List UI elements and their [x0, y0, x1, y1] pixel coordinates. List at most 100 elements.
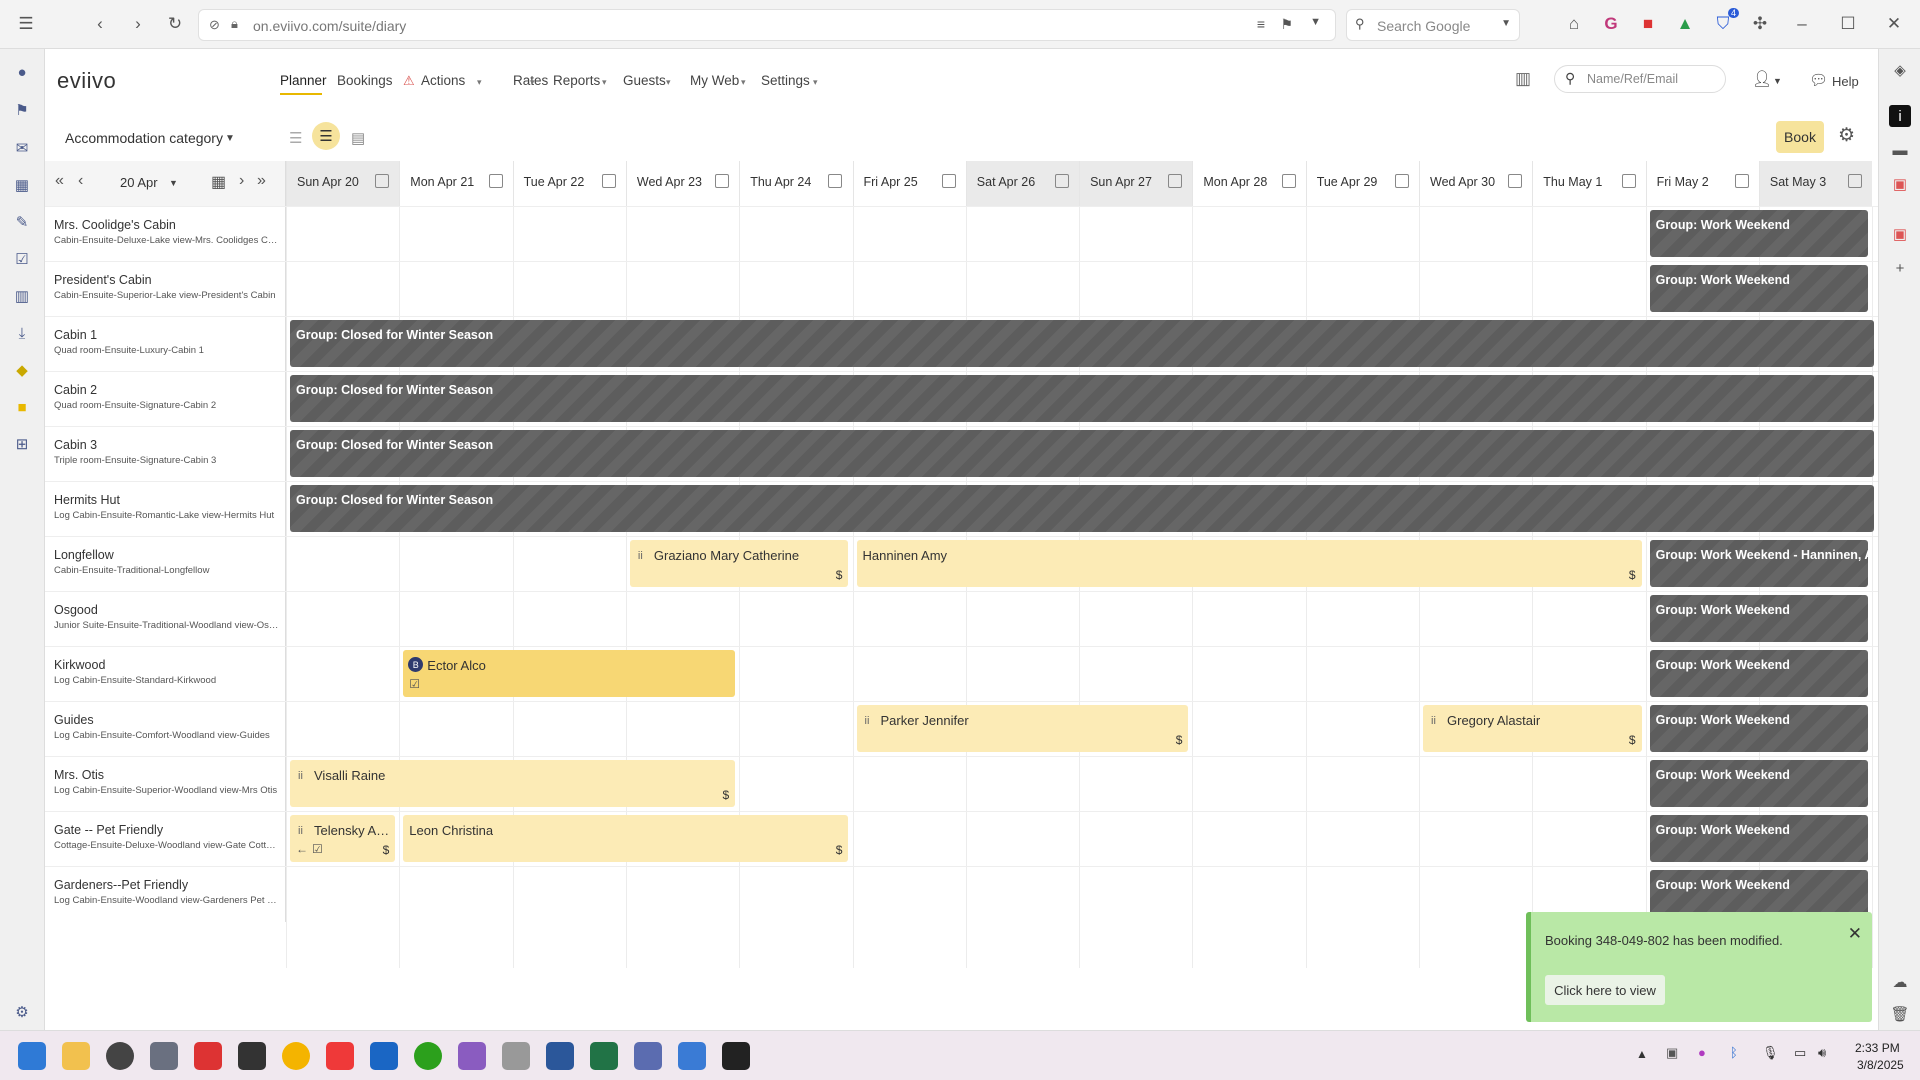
chevron-down-icon[interactable]: ▼	[1310, 16, 1321, 28]
day-select-checkbox[interactable]	[1848, 174, 1863, 188]
day-select-checkbox[interactable]	[601, 174, 616, 188]
bookmark-icon[interactable]: ⚑	[1280, 16, 1293, 33]
booking-block[interactable]: B ☑ Ector Alco	[403, 650, 736, 697]
day-select-checkbox[interactable]	[1394, 174, 1409, 188]
day-header[interactable]: Sat Apr 26	[965, 161, 1080, 206]
chevron-down-icon[interactable]: ▼	[169, 178, 178, 188]
extension-dark-icon[interactable]: i	[1889, 105, 1911, 127]
quickbooks-icon[interactable]	[414, 1042, 442, 1070]
group-block[interactable]: Group: Work Weekend	[1649, 760, 1869, 807]
booking-block[interactable]: ii Graziano Mary Catherine $	[629, 540, 849, 587]
extension-red-icon[interactable]: ▣	[1889, 223, 1911, 245]
app-icon[interactable]	[722, 1042, 750, 1070]
day-header[interactable]: Sat May 3	[1758, 161, 1873, 206]
app-icon[interactable]	[194, 1042, 222, 1070]
group-block[interactable]: Group: Work Weekend	[1649, 210, 1869, 257]
chevron-down-icon[interactable]: ▼	[1501, 18, 1511, 29]
minimize-icon[interactable]: –	[1790, 12, 1814, 36]
day-header[interactable]: Fri Apr 25	[852, 161, 966, 206]
day-header[interactable]: Fri May 2	[1645, 161, 1759, 206]
gear-icon[interactable]: ⚙	[11, 1001, 33, 1023]
room-label[interactable]: Mrs. Coolidge's Cabin Cabin-Ensuite-Delux…	[45, 207, 286, 262]
volume-icon[interactable]: 🔊︎	[1818, 1045, 1826, 1061]
tasks-icon[interactable]: ☑	[11, 248, 33, 270]
file-explorer-icon[interactable]	[62, 1042, 90, 1070]
reload-icon[interactable]: ↻	[163, 12, 187, 36]
user-icon[interactable]: 👤︎	[1752, 69, 1772, 89]
mail-icon[interactable]: ✉	[11, 137, 33, 159]
nav-actions[interactable]: Actions	[421, 73, 465, 88]
network-icon[interactable]: ▭	[1794, 1045, 1806, 1061]
day-header[interactable]: Wed Apr 30	[1419, 161, 1533, 206]
group-block[interactable]: Group: Closed for Winter Season	[290, 485, 1874, 532]
booking-block[interactable]: ii ← ☑ Telensky An... $	[290, 815, 396, 862]
tray-icon[interactable]: ▣	[1666, 1045, 1678, 1061]
group-block[interactable]: Group: Closed for Winter Season	[290, 430, 1874, 477]
room-label[interactable]: Hermits Hut Log Cabin-Ensuite-Romantic-La…	[45, 482, 286, 537]
toast-view-button[interactable]: Click here to view	[1545, 975, 1665, 1005]
extension-shield-icon[interactable]: ⛉ 4	[1711, 8, 1739, 36]
room-label[interactable]: Mrs. Otis Log Cabin-Ensuite-Superior-Wood…	[45, 757, 286, 812]
booking-block[interactable]: Hanninen Amy $	[856, 540, 1642, 587]
current-date-select[interactable]: 20 Apr	[120, 175, 158, 190]
chevron-down-icon[interactable]: ▼	[1773, 76, 1782, 86]
gear-icon[interactable]: ⚙	[1838, 124, 1855, 147]
forward-icon[interactable]: ›	[239, 172, 244, 190]
room-row[interactable]: Kirkwood Log Cabin-Ensuite-Standard-Kirkw…	[45, 646, 1878, 702]
booking-block[interactable]: ii Parker Jennifer $	[856, 705, 1189, 752]
day-header[interactable]: Mon Apr 21	[399, 161, 513, 206]
room-label[interactable]: Cabin 3 Triple room-Ensuite-Signature-Cab…	[45, 427, 286, 482]
room-label[interactable]: Guides Log Cabin-Ensuite-Comfort-Woodland…	[45, 702, 286, 757]
calendar-icon[interactable]: ▦	[11, 174, 33, 196]
room-label[interactable]: President's Cabin Cabin-Ensuite-Superior-…	[45, 262, 286, 317]
drag-handle-icon[interactable]: ii	[865, 715, 870, 727]
day-select-checkbox[interactable]	[1508, 174, 1523, 188]
snipping-icon[interactable]	[458, 1042, 486, 1070]
property-icon[interactable]: ▥	[1515, 69, 1531, 89]
nav-bookings[interactable]: Bookings	[337, 73, 393, 88]
day-header[interactable]: Tue Apr 29	[1305, 161, 1419, 206]
excel-icon[interactable]	[590, 1042, 618, 1070]
maximize-icon[interactable]: ☐	[1836, 12, 1860, 36]
url-text[interactable]: on.eviivo.com/suite/diary	[253, 18, 406, 34]
vivaldi-icon[interactable]	[326, 1042, 354, 1070]
day-select-checkbox[interactable]	[1621, 174, 1636, 188]
chevron-down-icon[interactable]: ▼	[225, 133, 235, 144]
room-label[interactable]: Longfellow Cabin-Ensuite-Traditional-Long…	[45, 537, 286, 592]
cloud-icon[interactable]: ☁	[1889, 971, 1911, 993]
day-header[interactable]: Sun Apr 27	[1079, 161, 1193, 206]
printer-icon[interactable]	[502, 1042, 530, 1070]
expanded-view-icon[interactable]: ▤	[351, 129, 365, 147]
group-block[interactable]: Group: Work Weekend	[1649, 815, 1869, 862]
group-block[interactable]: Group: Closed for Winter Season	[290, 320, 1874, 367]
app-icon[interactable]	[238, 1042, 266, 1070]
calendar-icon[interactable]: ▦	[211, 172, 226, 192]
booking-block[interactable]: Leon Christina $	[403, 815, 849, 862]
close-icon[interactable]: ✕	[1848, 924, 1862, 944]
day-header[interactable]: Mon Apr 28	[1192, 161, 1306, 206]
group-block[interactable]: Group: Work Weekend	[1649, 595, 1869, 642]
nav-my-web[interactable]: My Web	[690, 73, 739, 88]
day-header[interactable]: Tue Apr 22	[512, 161, 626, 206]
chrome-icon[interactable]	[282, 1042, 310, 1070]
jump-forward-icon[interactable]: »	[257, 172, 266, 190]
room-label[interactable]: Gate -- Pet Friendly Cottage-Ensuite-Delu…	[45, 812, 286, 867]
drag-handle-icon[interactable]: ii	[298, 825, 303, 837]
booking-block[interactable]: ii Gregory Alastair $	[1423, 705, 1642, 752]
day-select-checkbox[interactable]	[715, 174, 730, 188]
jump-back-icon[interactable]: «	[55, 172, 64, 190]
panel-icon[interactable]: ▬	[1889, 139, 1911, 161]
back-icon[interactable]: ‹	[78, 172, 83, 190]
nav-settings[interactable]: Settings	[761, 73, 810, 88]
extension-yellow-icon[interactable]: ◆	[11, 359, 33, 381]
home-icon[interactable]: ⌂	[1562, 12, 1586, 36]
app-icon[interactable]	[150, 1042, 178, 1070]
booking-block[interactable]: ii Visalli Raine $	[290, 760, 736, 807]
day-select-checkbox[interactable]	[1055, 174, 1070, 188]
microphone-icon[interactable]: 🎙︎	[1762, 1045, 1779, 1061]
clock-time[interactable]: 2:33 PM	[1855, 1041, 1900, 1055]
reading-icon[interactable]: ▥	[11, 285, 33, 307]
notes-icon[interactable]: ✎	[11, 211, 33, 233]
outlook-icon[interactable]	[370, 1042, 398, 1070]
windows-start-icon[interactable]	[18, 1042, 46, 1070]
